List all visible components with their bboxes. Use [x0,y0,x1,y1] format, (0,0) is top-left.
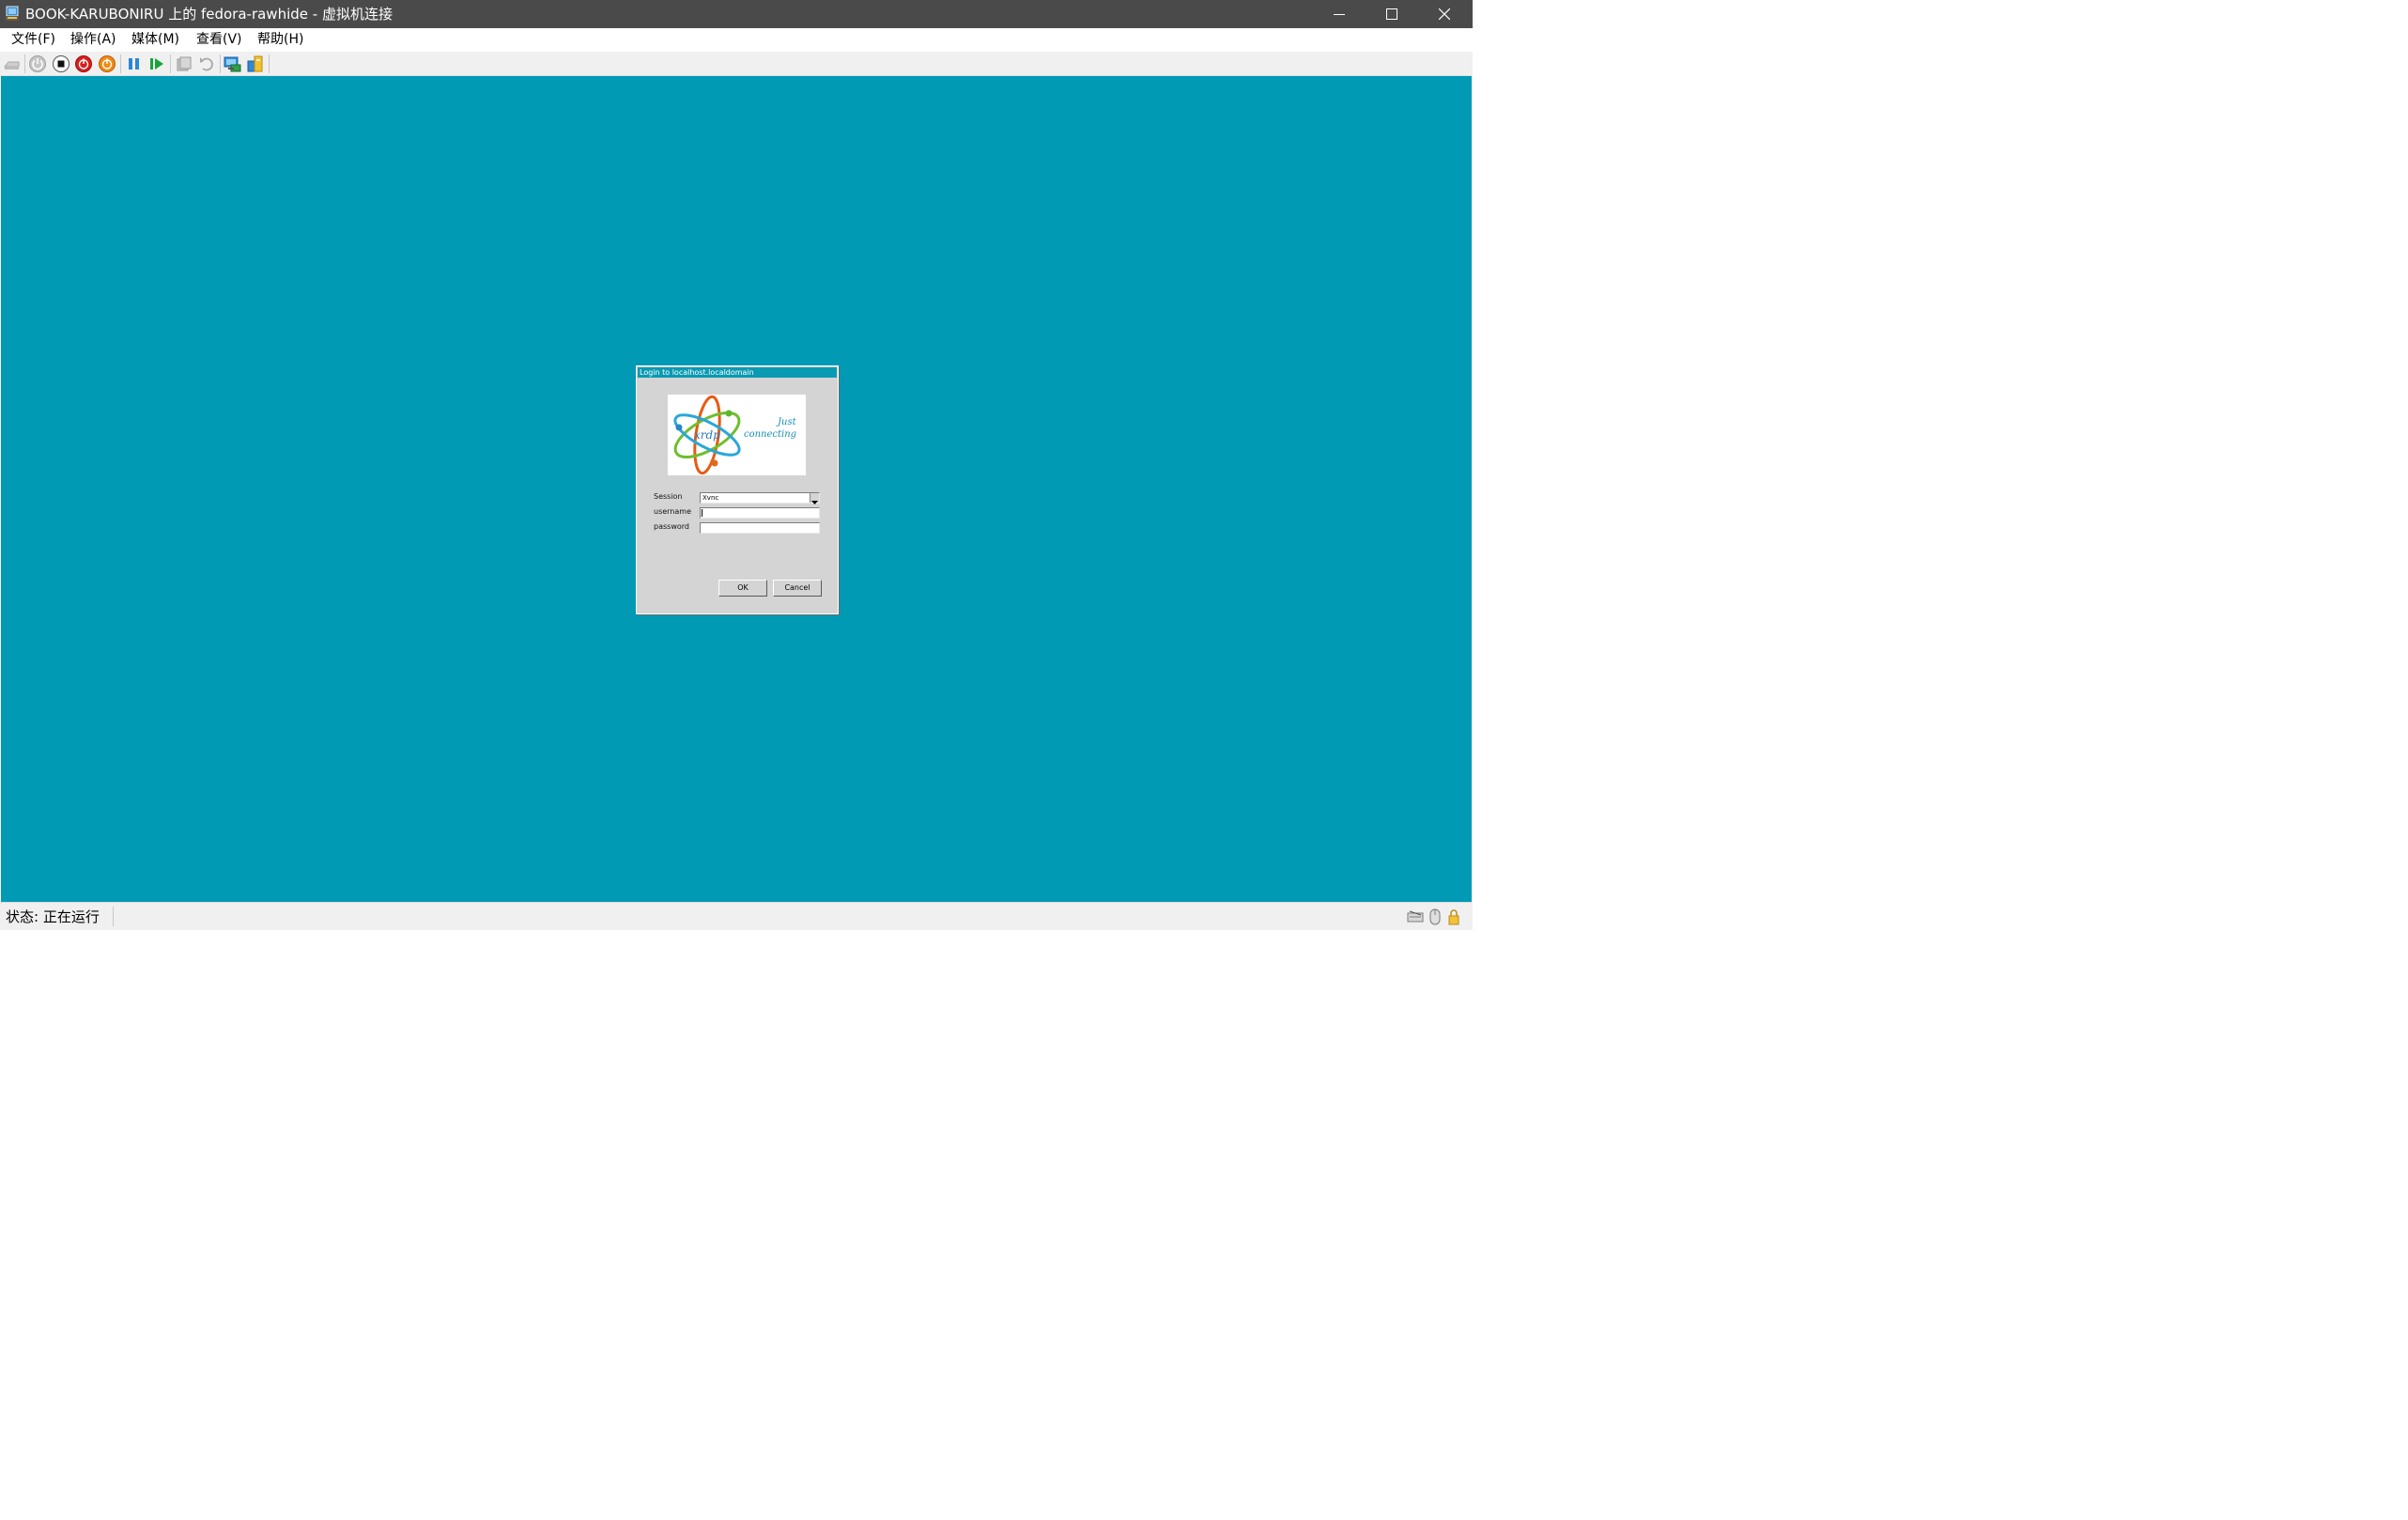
menu-media[interactable]: 媒体(M) [131,31,179,49]
toolbar [0,52,1473,76]
enhanced-session-button[interactable] [224,54,242,73]
password-input[interactable] [700,522,820,534]
dropdown-arrow-icon[interactable] [810,493,819,504]
window-title: BOOK-KARUBONIRU 上的 fedora-rawhide - 虚拟机连… [25,6,393,23]
menu-view[interactable]: 查看(V) [196,31,242,49]
toolbar-separator [170,54,171,73]
toolbar-separator [269,54,270,73]
session-select[interactable]: Xvnc [700,492,820,504]
xrdp-logo: xrdp Just connecting [668,395,806,475]
resume-button[interactable] [147,54,166,73]
close-button[interactable] [1418,0,1471,28]
revert-icon [200,57,213,71]
shut-down-button[interactable] [74,54,93,73]
keyboard-icon [1407,908,1424,924]
ctrl-alt-del-button[interactable] [3,54,22,73]
menu-help[interactable]: 帮助(H) [257,31,303,49]
checkpoint-button[interactable] [175,54,193,73]
logo-tagline-line1: Just [778,417,796,427]
vm-connection-window: BOOK-KARUBONIRU 上的 fedora-rawhide - 虚拟机连… [0,0,1473,930]
vm-screen[interactable]: Login to localhost.localdomain xrdp Just… [1,76,1472,902]
maximize-button[interactable] [1366,0,1418,28]
status-bar: 状态: 正在运行 [0,902,1473,930]
session-value: Xvnc [702,494,719,502]
ok-button[interactable]: OK [718,580,767,597]
share-icon [247,55,263,72]
toolbar-separator [120,54,121,73]
start-button[interactable] [28,54,47,73]
username-input[interactable] [700,507,820,519]
status-text: 状态: 正在运行 [6,908,100,925]
minimize-button[interactable] [1313,0,1366,28]
logo-brand: xrdp [694,428,720,442]
resume-icon [150,58,163,70]
pause-button[interactable] [125,54,144,73]
turn-off-icon [53,55,69,72]
status-separator [113,907,114,926]
session-label: Session [654,492,683,501]
ctrl-alt-del-icon [3,61,20,70]
share-button[interactable] [246,54,265,73]
revert-button[interactable] [197,54,216,73]
start-icon [29,55,46,72]
close-icon [1439,8,1450,20]
toolbar-separator [24,54,25,73]
toolbar-separator [220,54,221,73]
pause-icon [129,58,139,70]
cancel-button[interactable]: Cancel [773,580,822,597]
menu-action[interactable]: 操作(A) [70,31,116,49]
password-label: password [654,522,689,531]
save-button[interactable] [98,54,116,73]
turn-off-button[interactable] [52,54,70,73]
checkpoint-icon [177,56,192,71]
xrdp-login-dialog: Login to localhost.localdomain xrdp Just… [636,365,839,614]
menu-bar: 文件(F) 操作(A) 媒体(M) 查看(V) 帮助(H) [0,28,1473,52]
shut-down-icon [75,55,92,72]
logo-tagline-line2: connecting [744,429,797,440]
minimize-icon [1334,14,1345,15]
menu-file[interactable]: 文件(F) [11,31,55,49]
save-icon [99,55,116,72]
maximize-icon [1386,8,1397,20]
title-bar: BOOK-KARUBONIRU 上的 fedora-rawhide - 虚拟机连… [0,0,1473,28]
mouse-icon [1428,908,1443,925]
dialog-title: Login to localhost.localdomain [638,367,837,378]
lock-icon [1447,908,1462,925]
enhanced-session-icon [224,56,241,72]
vm-connection-app-icon [5,6,22,23]
username-label: username [654,507,691,516]
